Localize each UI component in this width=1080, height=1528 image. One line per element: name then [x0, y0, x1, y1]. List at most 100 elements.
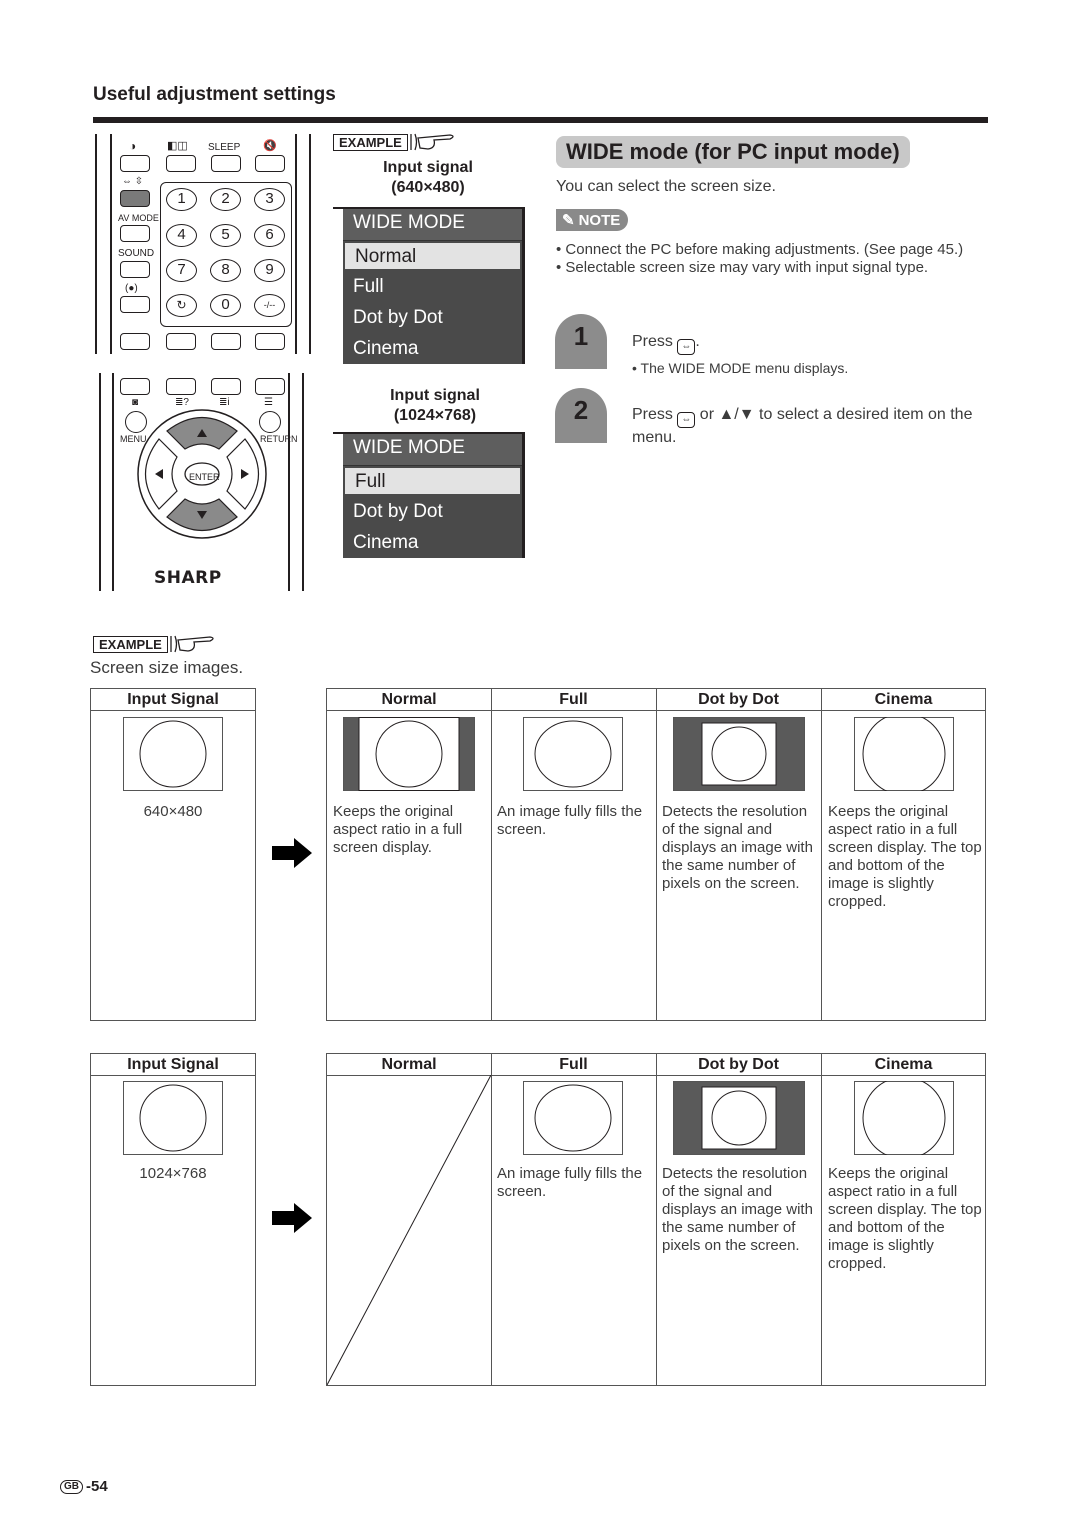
signal-label: Input signal [390, 387, 480, 404]
teletext-button-4[interactable] [255, 378, 285, 395]
menu-item-dot-by-dot[interactable]: Dot by Dot [343, 496, 522, 527]
dot-by-dot-screen-image [673, 1081, 805, 1155]
num-4-button[interactable]: 4 [166, 224, 197, 247]
num-9-button[interactable]: 9 [254, 259, 285, 282]
teletext-button-1[interactable] [120, 378, 150, 395]
region-badge: GB [60, 1479, 83, 1494]
surround-button[interactable] [120, 296, 150, 313]
num-3-button[interactable]: 3 [254, 188, 285, 211]
dot-by-dot-description: Detects the resolution of the signal and… [662, 803, 813, 892]
column-divider [491, 689, 492, 1020]
teletext-icon: ◙ [132, 397, 139, 408]
num-7-button[interactable]: 7 [166, 259, 197, 282]
cinema-description: Keeps the original aspect ratio in a ful… [828, 803, 982, 910]
function-button-2[interactable] [166, 333, 196, 350]
input-resolution: 640×480 [143, 803, 203, 820]
freeze-icon: ◧◫ [167, 140, 188, 152]
table-header-row: Normal Full Dot by Dot Cinema [327, 689, 985, 711]
flashback-button[interactable]: ↻ [166, 294, 197, 317]
section-title: Useful adjustment settings [93, 84, 336, 105]
paperclip-icon: ✎ [562, 212, 575, 229]
sound-button[interactable] [120, 261, 150, 278]
remote-edge [112, 373, 114, 591]
num-1-button[interactable]: 1 [166, 188, 197, 211]
freeze-button[interactable] [166, 155, 196, 172]
header-dot-by-dot: Dot by Dot [698, 1056, 779, 1073]
note-label: NOTE [578, 211, 621, 229]
full-description: An image fully fills the screen. [497, 1165, 643, 1200]
cinema-screen-image [854, 1081, 954, 1155]
menu-item-cinema[interactable]: Cinema [343, 333, 522, 364]
cinema-description: Keeps the original aspect ratio in a ful… [828, 1165, 982, 1272]
subtitle: You can select the screen size. [556, 178, 776, 195]
page-number-text: -54 [86, 1478, 108, 1495]
sleep-button[interactable] [211, 155, 241, 172]
header-cinema: Cinema [874, 691, 933, 708]
picture-flip-button[interactable] [120, 155, 150, 172]
mute-button[interactable] [255, 155, 285, 172]
num-8-button[interactable]: 8 [210, 259, 241, 282]
reveal-icon: ≣? [175, 397, 189, 408]
input-screen-image [123, 717, 223, 791]
remote-edge [110, 134, 112, 354]
function-button-4[interactable] [255, 333, 285, 350]
step-text-part: Press [632, 333, 678, 350]
picture-flip-icon: ◑ [129, 139, 137, 153]
header-cinema: Cinema [874, 1056, 933, 1073]
step-1-sub: • The WIDE MODE menu displays. [632, 360, 849, 376]
header-normal: Normal [381, 1056, 437, 1073]
example-badge: EXAMPLE [93, 634, 218, 654]
mute-icon: 🔇 [263, 140, 277, 152]
menu-item-cinema[interactable]: Cinema [343, 527, 522, 558]
wide-mode-menu-1024: WIDE MODE Full Dot by Dot Cinema [333, 432, 525, 558]
header-dot-by-dot: Dot by Dot [698, 691, 779, 708]
note-list: • Connect the PC before making adjustmen… [556, 241, 996, 277]
wide-mode-icon: ⇔ ⇳ [122, 176, 144, 187]
signal-resolution: (640×480) [391, 179, 465, 196]
sleep-label: SLEEP [208, 142, 241, 153]
remote-edge [309, 134, 311, 354]
signal-label: Input signal [383, 159, 473, 176]
function-button-1[interactable] [120, 333, 150, 350]
example-label: EXAMPLE [93, 635, 168, 653]
enter-label: ENTER [189, 472, 220, 482]
digit-button[interactable]: -/-- [254, 294, 285, 317]
header-full: Full [559, 691, 588, 708]
column-divider [821, 1054, 822, 1385]
surround-label: (●) [125, 283, 138, 294]
page-title: WIDE mode (for PC input mode) [556, 136, 910, 168]
header-full: Full [559, 1056, 588, 1073]
menu-2-signal: Input signal (1024×768) [350, 386, 520, 426]
remote-edge [288, 373, 290, 591]
av-mode-label: AV MODE [118, 213, 159, 223]
teletext-button-2[interactable] [166, 378, 196, 395]
av-mode-button[interactable] [120, 225, 150, 242]
wide-mode-key-icon: ⇔ [677, 412, 696, 428]
not-available-slash [327, 1075, 492, 1386]
num-0-button[interactable]: 0 [210, 294, 241, 317]
remote-edge [302, 373, 304, 591]
wide-mode-menu-640: WIDE MODE Normal Full Dot by Dot Cinema [333, 207, 525, 364]
teletext-button-3[interactable] [211, 378, 241, 395]
function-button-3[interactable] [211, 333, 241, 350]
column-divider [656, 689, 657, 1020]
index-icon: ≣i [219, 397, 230, 408]
full-screen-image [523, 717, 623, 791]
menu-item-dot-by-dot[interactable]: Dot by Dot [343, 302, 522, 333]
menu-item-normal[interactable]: Normal [345, 243, 520, 269]
menu-item-full[interactable]: Full [345, 468, 520, 494]
note-item: • Connect the PC before making adjustmen… [556, 241, 964, 258]
column-divider [821, 689, 822, 1020]
remote-edge [295, 134, 297, 354]
num-5-button[interactable]: 5 [210, 224, 241, 247]
num-6-button[interactable]: 6 [254, 224, 285, 247]
num-2-button[interactable]: 2 [210, 188, 241, 211]
step-text-part: Press [632, 406, 678, 423]
wide-mode-button[interactable] [120, 190, 150, 207]
normal-screen-image [343, 717, 475, 791]
menu-item-full[interactable]: Full [343, 271, 522, 302]
header-normal: Normal [381, 691, 437, 708]
menu-title: WIDE MODE [343, 209, 522, 241]
remote-edge [99, 373, 101, 591]
column-divider [656, 1054, 657, 1385]
